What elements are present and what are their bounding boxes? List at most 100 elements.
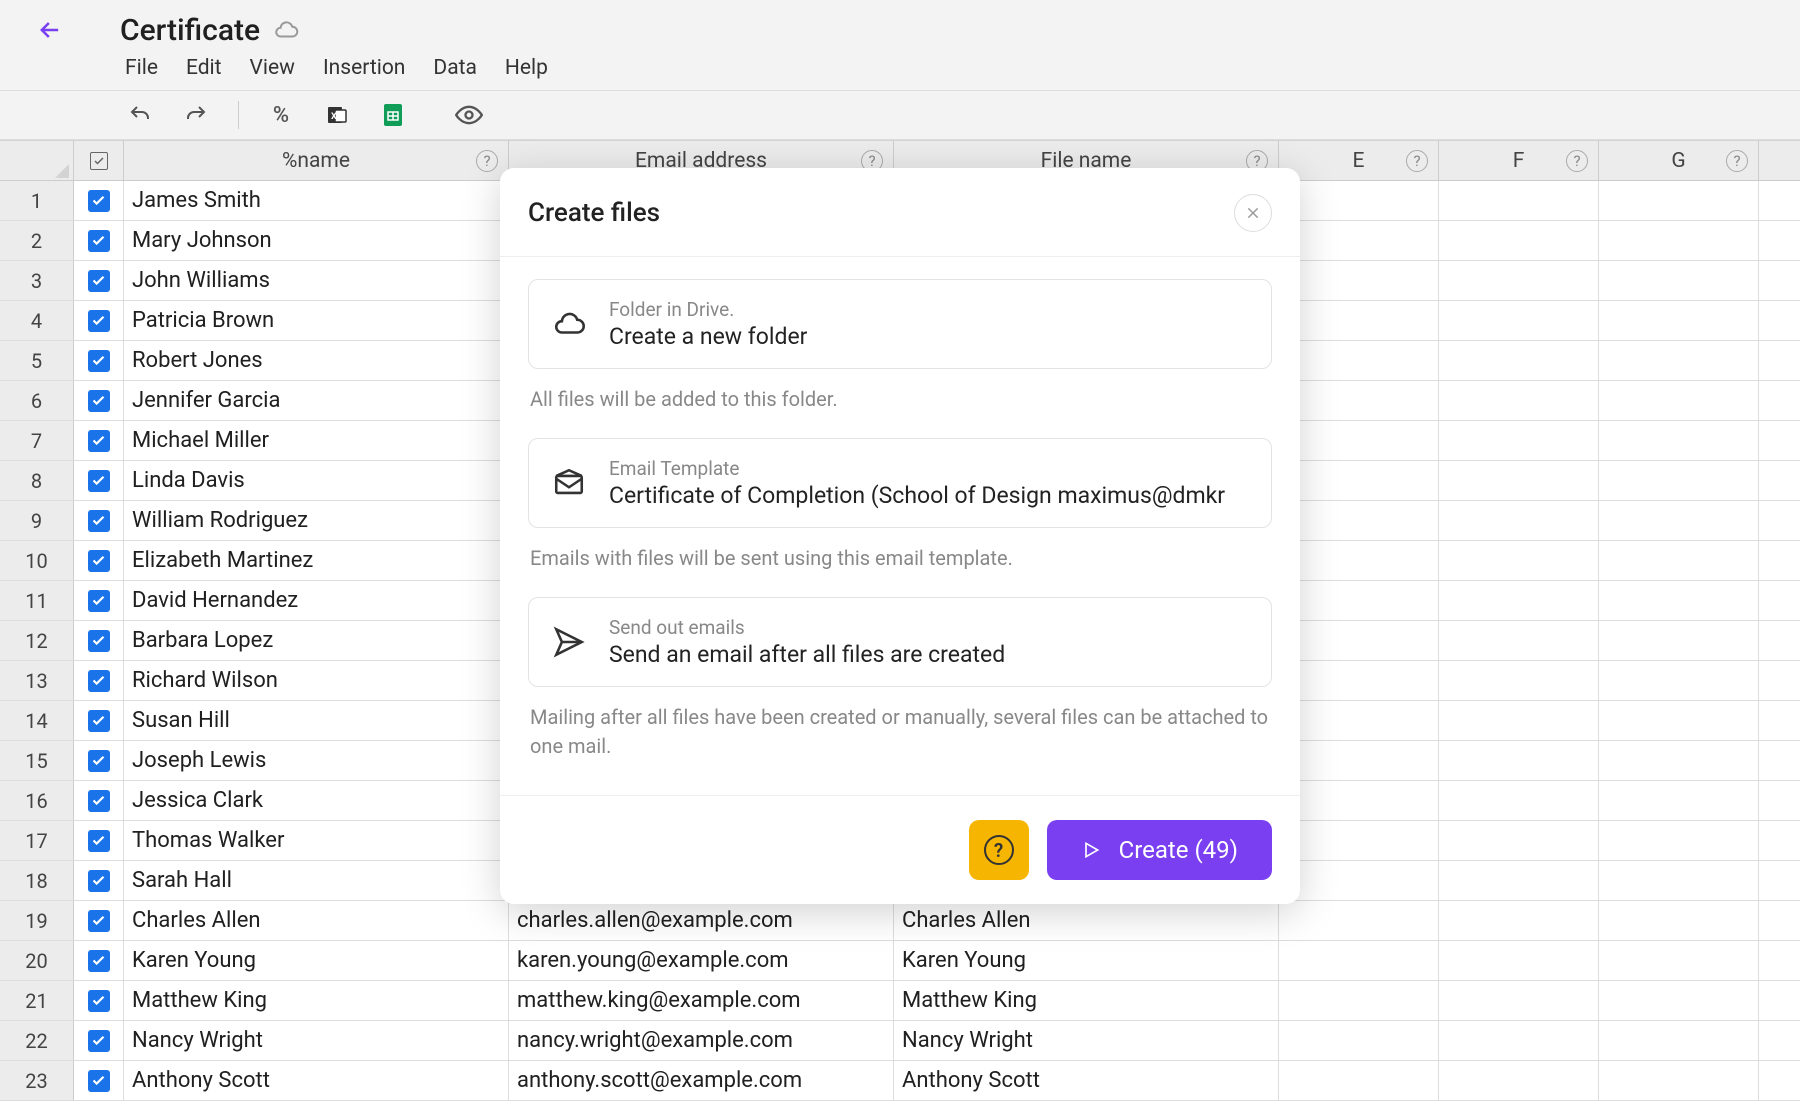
cell-name[interactable]: Barbara Lopez xyxy=(124,621,509,660)
row-header[interactable]: 23 xyxy=(0,1061,74,1100)
cell-empty[interactable] xyxy=(1439,861,1599,900)
row-checkbox-cell[interactable] xyxy=(74,381,124,420)
row-header[interactable]: 21 xyxy=(0,981,74,1020)
column-header-g[interactable]: G ? xyxy=(1599,141,1759,180)
cell-empty[interactable] xyxy=(1439,581,1599,620)
row-checkbox-cell[interactable] xyxy=(74,741,124,780)
cell-empty[interactable] xyxy=(1599,1021,1759,1060)
cell-empty[interactable] xyxy=(1279,501,1439,540)
row-checkbox-cell[interactable] xyxy=(74,701,124,740)
cell-name[interactable]: William Rodriguez xyxy=(124,501,509,540)
row-checkbox-cell[interactable] xyxy=(74,501,124,540)
row-checkbox-cell[interactable] xyxy=(74,1021,124,1060)
row-checkbox-cell[interactable] xyxy=(74,901,124,940)
cell-empty[interactable] xyxy=(1599,821,1759,860)
menu-data[interactable]: Data xyxy=(433,56,477,80)
cell-empty[interactable] xyxy=(1599,221,1759,260)
cell-empty[interactable] xyxy=(1279,581,1439,620)
cell-name[interactable]: Anthony Scott xyxy=(124,1061,509,1100)
row-checkbox-cell[interactable] xyxy=(74,221,124,260)
cell-empty[interactable] xyxy=(1279,901,1439,940)
row-checkbox-cell[interactable] xyxy=(74,581,124,620)
row-checkbox-cell[interactable] xyxy=(74,781,124,820)
row-checkbox-cell[interactable] xyxy=(74,341,124,380)
cell-name[interactable]: Charles Allen xyxy=(124,901,509,940)
cell-name[interactable]: Linda Davis xyxy=(124,461,509,500)
row-header[interactable]: 1 xyxy=(0,181,74,220)
cell-name[interactable]: Jessica Clark xyxy=(124,781,509,820)
row-header[interactable]: 11 xyxy=(0,581,74,620)
cell-empty[interactable] xyxy=(1599,421,1759,460)
cell-empty[interactable] xyxy=(1279,301,1439,340)
cell-empty[interactable] xyxy=(1599,341,1759,380)
cell-empty[interactable] xyxy=(1599,661,1759,700)
row-header[interactable]: 20 xyxy=(0,941,74,980)
cell-empty[interactable] xyxy=(1279,181,1439,220)
cell-empty[interactable] xyxy=(1599,861,1759,900)
cell-empty[interactable] xyxy=(1279,981,1439,1020)
cell-empty[interactable] xyxy=(1439,701,1599,740)
cell-empty[interactable] xyxy=(1439,341,1599,380)
cell-empty[interactable] xyxy=(1279,461,1439,500)
menu-file[interactable]: File xyxy=(125,56,158,80)
cell-empty[interactable] xyxy=(1439,781,1599,820)
cell-empty[interactable] xyxy=(1599,301,1759,340)
back-button[interactable] xyxy=(30,10,70,50)
row-header[interactable]: 18 xyxy=(0,861,74,900)
cell-empty[interactable] xyxy=(1439,301,1599,340)
cell-empty[interactable] xyxy=(1439,501,1599,540)
cell-empty[interactable] xyxy=(1599,741,1759,780)
cell-file[interactable]: Charles Allen xyxy=(894,901,1279,940)
row-checkbox-cell[interactable] xyxy=(74,941,124,980)
cell-empty[interactable] xyxy=(1599,701,1759,740)
send-option[interactable]: Send out emails Send an email after all … xyxy=(528,597,1272,687)
cell-empty[interactable] xyxy=(1599,1061,1759,1100)
cell-empty[interactable] xyxy=(1439,421,1599,460)
cell-empty[interactable] xyxy=(1279,1061,1439,1100)
column-header-e[interactable]: E ? xyxy=(1279,141,1439,180)
folder-option[interactable]: Folder in Drive. Create a new folder xyxy=(528,279,1272,369)
cell-name[interactable]: John Williams xyxy=(124,261,509,300)
column-header-f[interactable]: F ? xyxy=(1439,141,1599,180)
help-icon[interactable]: ? xyxy=(1406,150,1428,172)
cell-empty[interactable] xyxy=(1439,1061,1599,1100)
cell-name[interactable]: Michael Miller xyxy=(124,421,509,460)
row-header[interactable]: 4 xyxy=(0,301,74,340)
cell-empty[interactable] xyxy=(1599,941,1759,980)
row-header[interactable]: 22 xyxy=(0,1021,74,1060)
create-button[interactable]: Create (49) xyxy=(1047,820,1272,880)
cell-empty[interactable] xyxy=(1599,901,1759,940)
cell-file[interactable]: Karen Young xyxy=(894,941,1279,980)
row-header[interactable]: 6 xyxy=(0,381,74,420)
cell-name[interactable]: Nancy Wright xyxy=(124,1021,509,1060)
cell-name[interactable]: Elizabeth Martinez xyxy=(124,541,509,580)
cell-empty[interactable] xyxy=(1279,381,1439,420)
cell-name[interactable]: David Hernandez xyxy=(124,581,509,620)
row-checkbox-cell[interactable] xyxy=(74,301,124,340)
row-header[interactable]: 14 xyxy=(0,701,74,740)
cell-name[interactable]: Robert Jones xyxy=(124,341,509,380)
cell-empty[interactable] xyxy=(1279,941,1439,980)
cell-empty[interactable] xyxy=(1439,981,1599,1020)
cell-name[interactable]: Sarah Hall xyxy=(124,861,509,900)
row-header[interactable]: 5 xyxy=(0,341,74,380)
row-header[interactable]: 16 xyxy=(0,781,74,820)
row-checkbox-cell[interactable] xyxy=(74,541,124,580)
cell-empty[interactable] xyxy=(1279,781,1439,820)
percent-button[interactable]: % xyxy=(267,101,295,129)
column-header-name[interactable]: %name ? xyxy=(124,141,509,180)
cell-empty[interactable] xyxy=(1439,901,1599,940)
cell-empty[interactable] xyxy=(1599,781,1759,820)
cell-empty[interactable] xyxy=(1439,741,1599,780)
row-header[interactable]: 3 xyxy=(0,261,74,300)
cell-empty[interactable] xyxy=(1599,621,1759,660)
cell-empty[interactable] xyxy=(1279,341,1439,380)
cell-empty[interactable] xyxy=(1599,541,1759,580)
cell-empty[interactable] xyxy=(1279,661,1439,700)
row-header[interactable]: 9 xyxy=(0,501,74,540)
cell-empty[interactable] xyxy=(1279,741,1439,780)
row-checkbox-cell[interactable] xyxy=(74,981,124,1020)
cell-empty[interactable] xyxy=(1439,941,1599,980)
document-title[interactable]: Certificate xyxy=(120,13,260,48)
help-icon[interactable]: ? xyxy=(1566,150,1588,172)
